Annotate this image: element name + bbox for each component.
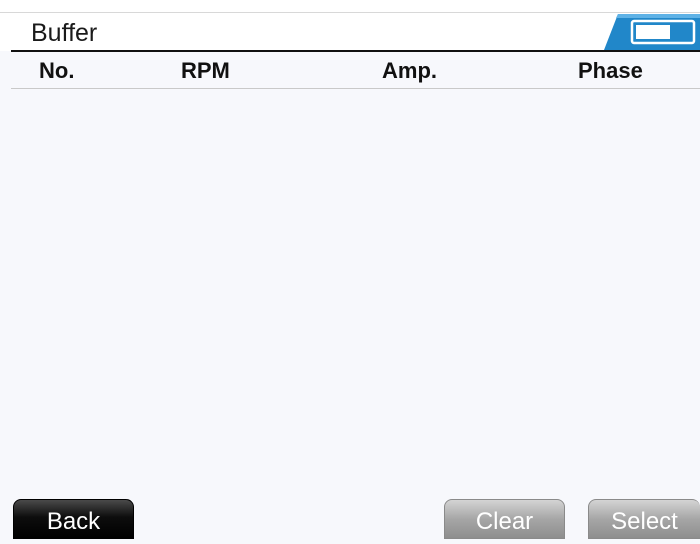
select-button[interactable]: Select (588, 499, 700, 539)
column-header-no: No. (39, 58, 75, 83)
back-button[interactable]: Back (13, 499, 134, 539)
page-title: Buffer (31, 19, 98, 47)
title-bar: Buffer (0, 12, 700, 51)
buffer-list[interactable] (0, 89, 700, 489)
header-divider (11, 50, 700, 52)
top-strip (0, 0, 700, 12)
column-header-rpm: RPM (181, 58, 230, 83)
battery-icon (604, 14, 700, 50)
column-header-amp: Amp. (382, 58, 437, 83)
column-header-phase: Phase (578, 58, 643, 83)
clear-button[interactable]: Clear (444, 499, 565, 539)
